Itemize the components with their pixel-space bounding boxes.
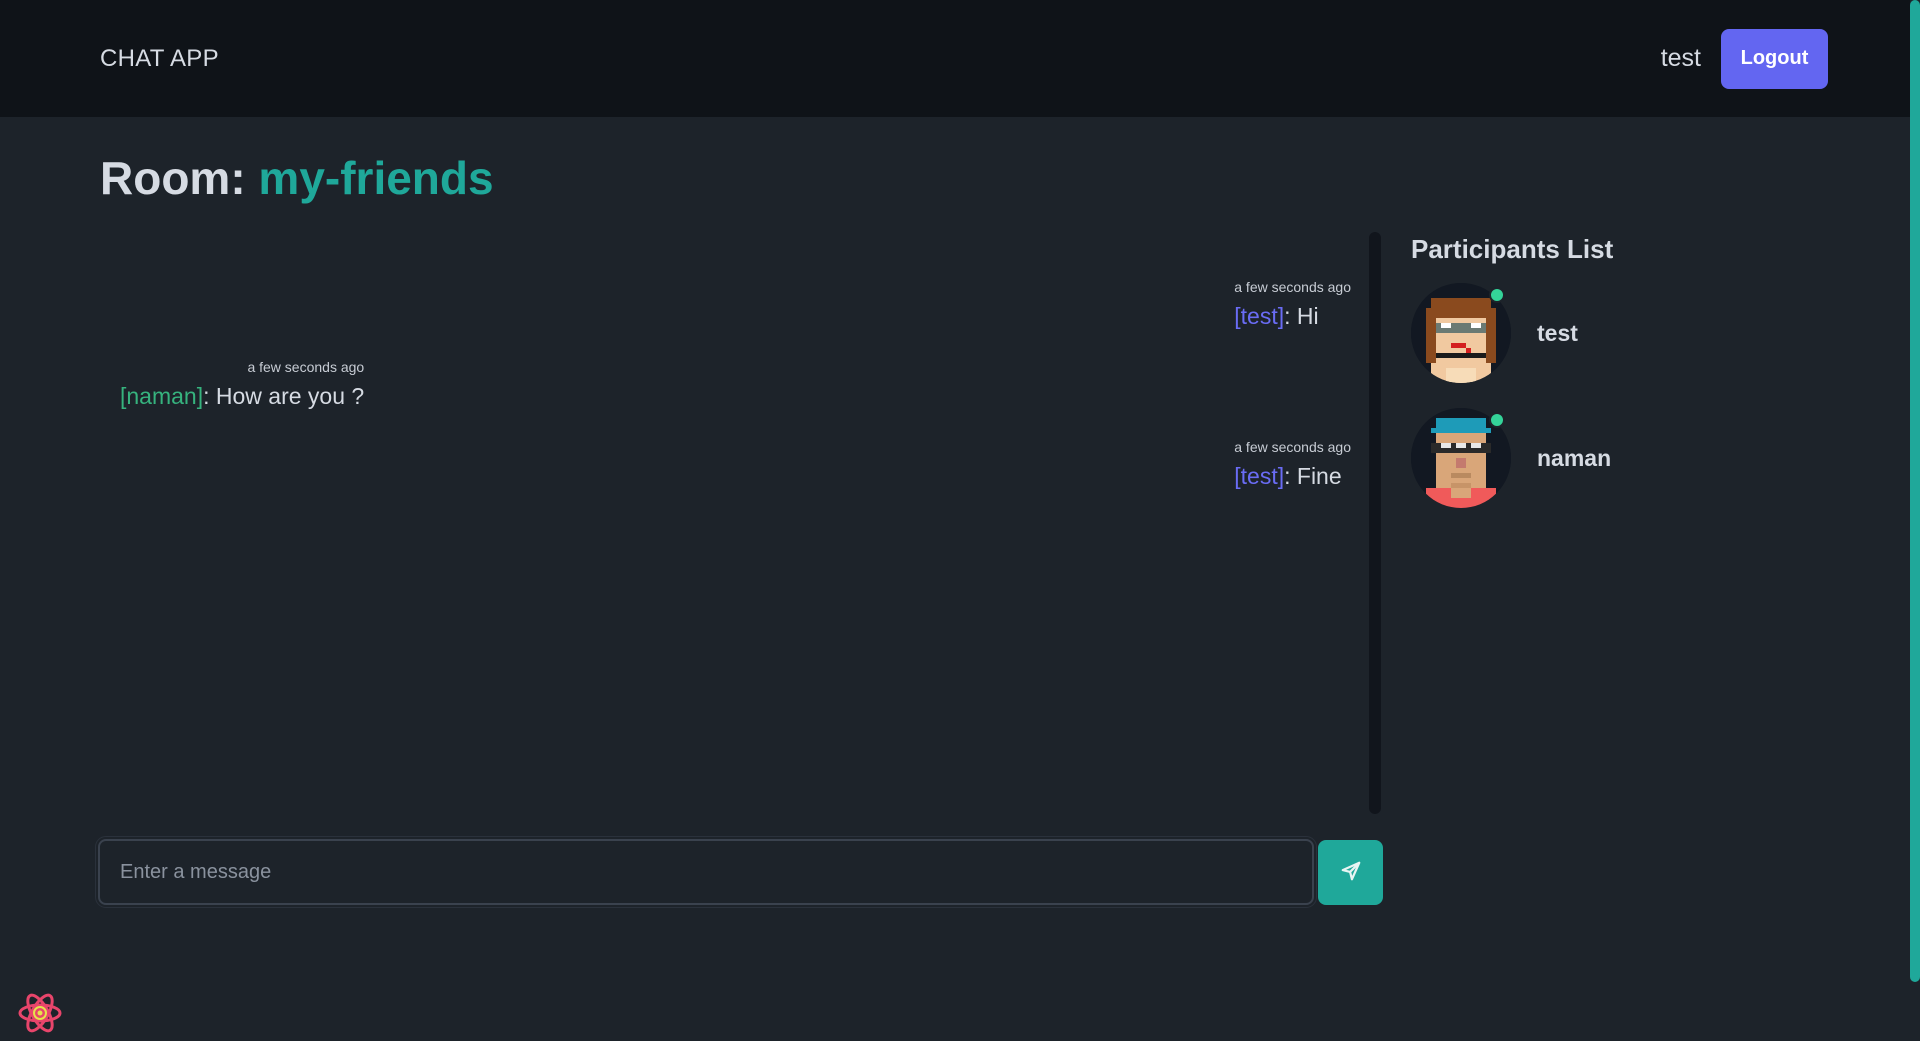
message-list[interactable]: a few seconds ago [test]: Hi a few secon… bbox=[100, 232, 1365, 814]
message-input[interactable] bbox=[95, 836, 1317, 908]
online-status-dot bbox=[1489, 412, 1505, 428]
message-author: [test] bbox=[1234, 303, 1285, 329]
logout-button[interactable]: Logout bbox=[1721, 28, 1828, 89]
send-icon bbox=[1340, 860, 1362, 885]
chat-scrollbar[interactable] bbox=[1369, 232, 1381, 814]
message-text: [naman]: How are you ? bbox=[120, 383, 364, 410]
nav-user-area: test Logout bbox=[1660, 28, 1828, 89]
app-brand[interactable]: CHAT APP bbox=[100, 45, 219, 73]
participant-item: test bbox=[1411, 283, 1811, 383]
participant-name: naman bbox=[1537, 444, 1612, 471]
room-title: Room: my-friends bbox=[100, 155, 494, 201]
message-author: [naman] bbox=[120, 383, 204, 409]
devtools-logo-icon[interactable] bbox=[16, 990, 64, 1036]
message-body: : Hi bbox=[1284, 303, 1319, 329]
message-item: a few seconds ago [naman]: How are you ? bbox=[120, 359, 364, 410]
current-username: test bbox=[1660, 44, 1701, 72]
participant-name: test bbox=[1537, 319, 1578, 346]
message-timestamp: a few seconds ago bbox=[1234, 279, 1351, 295]
message-text: [test]: Fine bbox=[1234, 463, 1341, 490]
participants-panel: Participants List test naman bbox=[1411, 234, 1811, 533]
message-timestamp: a few seconds ago bbox=[247, 359, 365, 375]
online-status-dot bbox=[1489, 287, 1505, 303]
page-scrollbar[interactable] bbox=[1910, 0, 1920, 1041]
room-name: my-friends bbox=[258, 152, 494, 204]
message-timestamp: a few seconds ago bbox=[1234, 439, 1351, 455]
avatar bbox=[1411, 283, 1511, 383]
message-body: : Fine bbox=[1284, 463, 1342, 489]
avatar bbox=[1411, 408, 1511, 508]
message-item: a few seconds ago [test]: Hi bbox=[1234, 279, 1351, 330]
message-text: [test]: Hi bbox=[1234, 303, 1318, 330]
message-composer bbox=[95, 836, 1383, 908]
send-button[interactable] bbox=[1318, 839, 1383, 905]
message-body: : How are you ? bbox=[203, 383, 365, 409]
message-author: [test] bbox=[1234, 463, 1285, 489]
message-item: a few seconds ago [test]: Fine bbox=[1234, 439, 1351, 490]
navbar: CHAT APP test Logout bbox=[0, 0, 1910, 117]
scrollbar-thumb[interactable] bbox=[1910, 0, 1920, 982]
participant-item: naman bbox=[1411, 408, 1811, 508]
room-title-prefix: Room: bbox=[100, 152, 246, 204]
participants-title: Participants List bbox=[1411, 234, 1614, 264]
